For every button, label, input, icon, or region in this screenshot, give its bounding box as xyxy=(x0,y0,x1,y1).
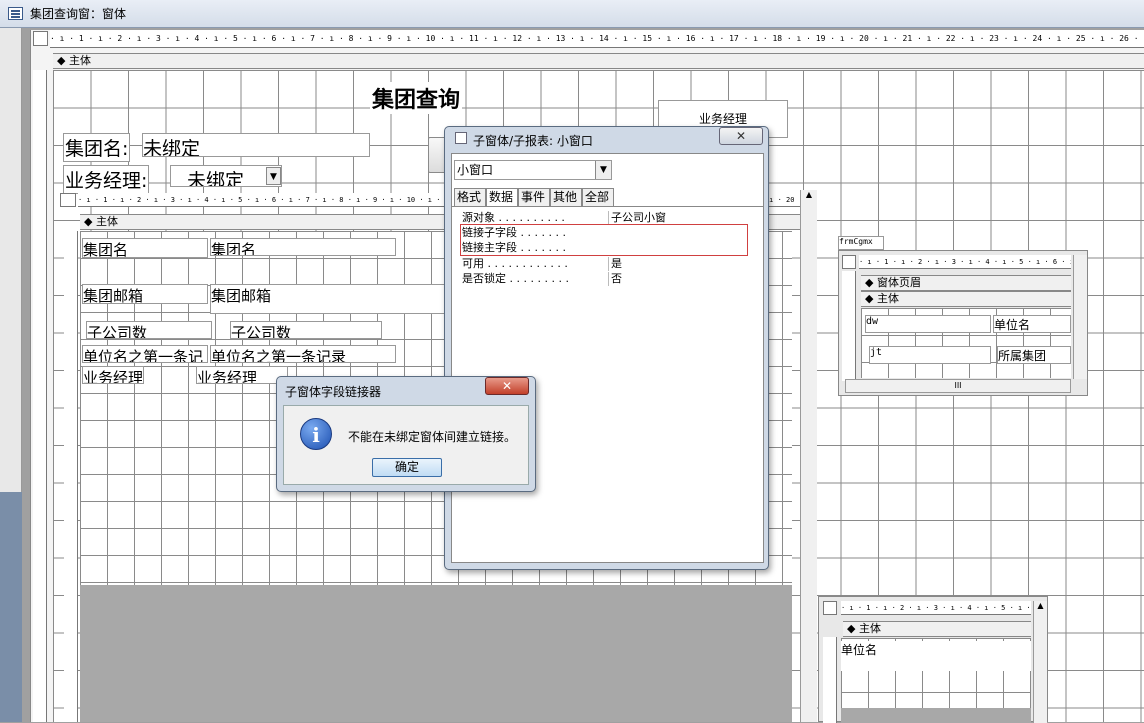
message-box-title: 子窗体字段链接器 xyxy=(285,385,382,399)
form-title: 集团查询 xyxy=(370,82,463,114)
window-titlebar[interactable]: 集团查询窗：窗体 xyxy=(0,0,1144,28)
section-label: 主体 xyxy=(68,54,91,67)
form-icon xyxy=(8,7,23,20)
info-icon: i xyxy=(300,418,332,450)
message-text: 不能在未绑定窗体间建立链接。 xyxy=(348,430,517,444)
message-box[interactable]: 子窗体字段链接器 ✕ i 不能在未绑定窗体间建立链接。 确定 xyxy=(276,376,536,492)
right-subform-header-bar[interactable]: ◆ 窗体页眉 xyxy=(861,275,1071,291)
tab-format[interactable]: 格式 xyxy=(454,188,486,206)
window-title: 集团查询窗：窗体 xyxy=(30,7,127,21)
subform-field-first-unit[interactable]: 单位名之第一条记录 xyxy=(210,345,396,363)
scroll-up-icon[interactable]: ▲ xyxy=(801,190,817,199)
subform-label-count: 子公司数 xyxy=(86,321,212,339)
right-subform-header-label: 窗体页眉 xyxy=(876,276,921,289)
right-field-jt[interactable]: jt xyxy=(869,346,991,364)
horizontal-ruler: · ı · 1 · ı · 2 · ı · 3 · ı · 4 · ı · 5 … xyxy=(50,30,1144,48)
chevron-down-icon[interactable]: ▼ xyxy=(595,161,611,179)
right-subform2-empty xyxy=(841,708,1031,723)
group-name-field[interactable]: 未绑定 xyxy=(142,133,370,157)
right-subform2-section-bar[interactable]: ◆ 主体 xyxy=(843,621,1031,637)
right-subform2-vruler xyxy=(823,637,837,723)
prop-value[interactable]: 子公司小窗 xyxy=(608,211,736,225)
tab-events[interactable]: 事件 xyxy=(518,188,550,206)
subform-label-group: 集团名 xyxy=(82,238,208,258)
tab-other[interactable]: 其他 xyxy=(550,188,582,206)
manager-combo-value: 未绑定 xyxy=(187,170,245,187)
manager-combo[interactable]: 未绑定 ▼ xyxy=(170,165,282,187)
prop-name: 是否锁定 . . . . . . . . . xyxy=(462,272,569,285)
message-box-body: i 不能在未绑定窗体间建立链接。 确定 xyxy=(283,405,529,485)
right-subform-ruler: · ı · 1 · ı · 2 · ı · 3 · ı · 4 · ı · 5 … xyxy=(859,255,1071,269)
scroll-thumb[interactable]: III xyxy=(954,381,961,390)
right-subform-corner[interactable] xyxy=(842,255,856,269)
subform-vertical-ruler xyxy=(64,231,78,722)
highlight-box xyxy=(460,224,748,256)
close-icon: ✕ xyxy=(501,379,513,393)
subform-empty-area xyxy=(80,585,792,722)
property-sheet-title: 子窗体/子报表: 小窗口 xyxy=(473,134,593,148)
prop-row-locked[interactable]: 是否锁定 . . . . . . . . . 否 xyxy=(452,272,738,287)
right-subform-section-label: 主体 xyxy=(876,292,899,305)
right-label-unit: 单位名 xyxy=(993,315,1071,333)
property-tabs: 格式 数据 事件 其他 全部 xyxy=(454,188,760,207)
prop-value[interactable]: 是 xyxy=(608,257,736,271)
right-subform-hscroll[interactable]: III xyxy=(845,379,1071,393)
right-subform-section-bar[interactable]: ◆ 主体 xyxy=(861,291,1071,307)
subform-section-label: 主体 xyxy=(95,215,118,228)
right-subform-2[interactable]: · ı · 1 · ı · 2 · ı · 3 · ı · 4 · ı · 5 … xyxy=(818,596,1048,723)
subform-label-manager: 业务经理 xyxy=(82,366,144,384)
right-subform-vscroll[interactable] xyxy=(1073,255,1087,379)
close-icon: ✕ xyxy=(735,129,747,143)
section-collapse-icon: ◆ xyxy=(84,215,93,228)
tab-data[interactable]: 数据 xyxy=(486,188,518,207)
object-select[interactable]: 小窗口 ▼ xyxy=(454,160,612,180)
subform-ruler-corner[interactable] xyxy=(60,193,76,207)
property-sheet-close-button[interactable]: ✕ xyxy=(719,127,763,145)
right-subform2-section-label: 主体 xyxy=(858,622,881,635)
subform-field-group[interactable]: 集团名 xyxy=(210,238,396,256)
subform-field-count[interactable]: 子公司数 xyxy=(230,321,382,339)
subform-label-first-unit: 单位名之第一条记 xyxy=(82,345,208,363)
ok-button[interactable]: 确定 xyxy=(372,458,442,477)
right-subform2-corner[interactable] xyxy=(823,601,837,615)
property-sheet-body: 小窗口 ▼ 格式 数据 事件 其他 全部 源对象 . . . . . . . .… xyxy=(451,153,764,563)
subform-scrollbar[interactable]: ▲ xyxy=(800,190,817,722)
right-subform2-vscroll[interactable]: ▲ xyxy=(1033,601,1047,723)
tab-all[interactable]: 全部 xyxy=(582,188,614,206)
prop-name: 可用 . . . . . . . . . . . . xyxy=(462,257,568,270)
section-collapse-icon: ◆ xyxy=(57,54,66,67)
subform-field-email[interactable]: 集团邮箱 xyxy=(210,284,448,314)
object-select-value: 小窗口 xyxy=(457,163,494,177)
ruler-corner[interactable] xyxy=(33,31,48,46)
section-bar-main[interactable]: ◆ 主体 xyxy=(53,53,1144,69)
subform-field-manager[interactable]: 业务经理 xyxy=(196,366,288,384)
prop-value[interactable]: 否 xyxy=(608,272,736,286)
right-subform2-field[interactable]: 单位名 xyxy=(841,641,1031,671)
subform-label-email: 集团邮箱 xyxy=(82,284,208,304)
section-collapse-icon: ◆ xyxy=(865,292,874,305)
vertical-ruler xyxy=(33,70,47,722)
prop-row-enabled[interactable]: 可用 . . . . . . . . . . . . 是 xyxy=(452,257,738,272)
section-collapse-icon: ◆ xyxy=(847,622,856,635)
right-label-group: 所属集团 xyxy=(997,346,1071,364)
right-subform-1[interactable]: · ı · 1 · ı · 2 · ı · 3 · ı · 4 · ı · 5 … xyxy=(838,250,1088,396)
chevron-down-icon[interactable]: ▼ xyxy=(266,167,281,185)
right-subform2-ruler: · ı · 1 · ı · 2 · ı · 3 · ı · 4 · ı · 5 … xyxy=(841,601,1031,615)
group-name-label: 集团名: xyxy=(63,133,131,162)
manager-label: 业务经理: xyxy=(63,165,150,194)
section-collapse-icon: ◆ xyxy=(865,276,874,289)
property-sheet[interactable]: 子窗体/子报表: 小窗口 ✕ 小窗口 ▼ 格式 数据 事件 其他 全部 源对象 … xyxy=(444,126,769,570)
left-pane-lower xyxy=(0,492,22,722)
message-box-close-button[interactable]: ✕ xyxy=(485,377,529,395)
right-field-dw[interactable]: dw xyxy=(865,315,991,333)
prop-name: 源对象 . . . . . . . . . . xyxy=(462,211,565,224)
right-subform-name[interactable]: frmCgmx xyxy=(838,236,884,250)
right-subform-vruler xyxy=(842,271,856,381)
property-sheet-icon xyxy=(455,132,467,144)
